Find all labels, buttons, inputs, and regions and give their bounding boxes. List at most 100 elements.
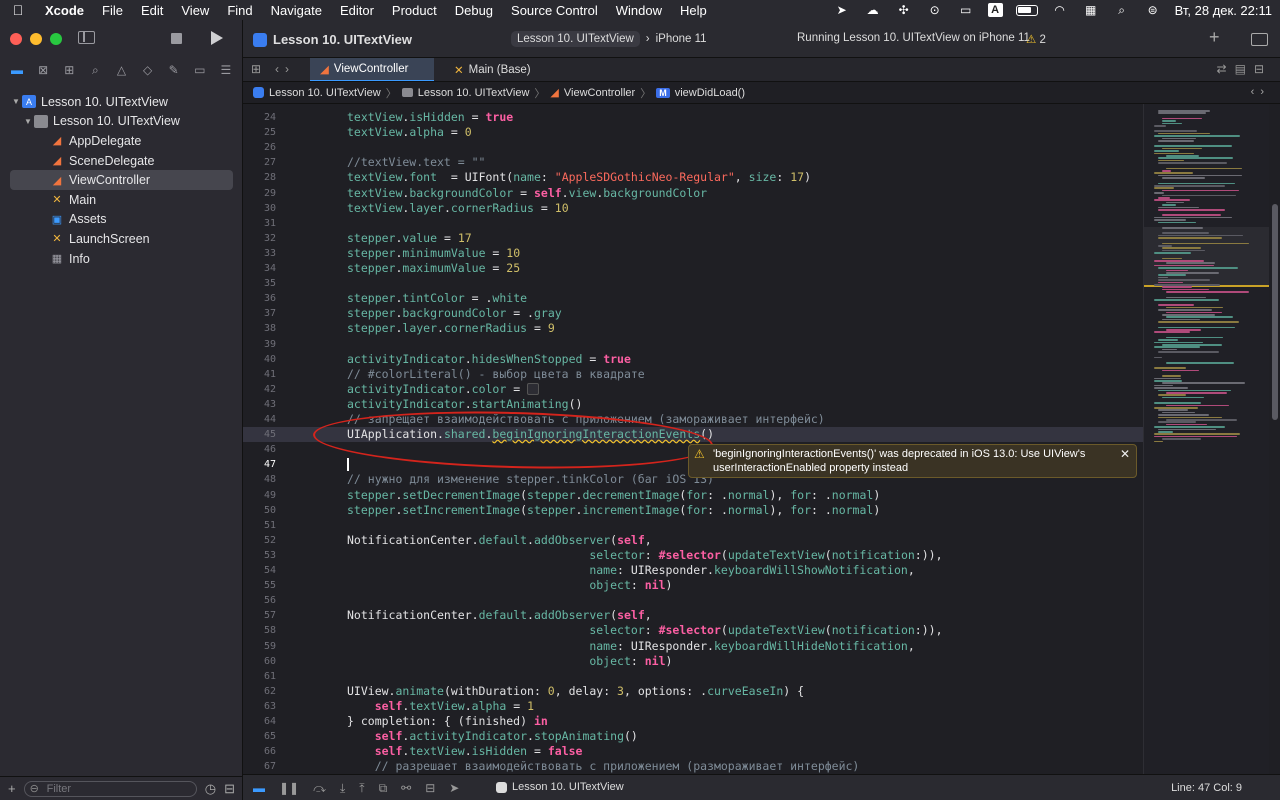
code-text[interactable]: activityIndicator.color = [347,382,540,397]
location-icon[interactable]: ➤ [449,781,459,796]
code-text[interactable]: stepper.setIncrementImage(stepper.increm… [347,503,880,518]
code-text[interactable]: name: UIResponder.keyboardWillHideNotifi… [347,639,914,654]
code-line[interactable]: 67 // разрешает взаимодействовать с прил… [243,759,1143,774]
code-text[interactable]: NotificationCenter.default.addObserver(s… [347,533,652,548]
menu-navigate[interactable]: Navigate [262,3,331,18]
code-text[interactable]: NotificationCenter.default.addObserver(s… [347,608,652,623]
stop-icon[interactable] [171,33,182,44]
menu-file[interactable]: File [93,3,132,18]
code-text[interactable]: activityIndicator.startAnimating() [347,397,582,412]
tree-item-main[interactable]: ✕ Main [10,190,233,210]
menubar-datetime[interactable]: Вт, 28 дек. 22:11 [1175,3,1272,18]
fan-icon[interactable]: ✣ [895,3,913,17]
code-line[interactable]: 42 activityIndicator.color = [243,382,1143,397]
add-icon[interactable]: + [8,781,16,796]
menu-app-name[interactable]: Xcode [36,3,93,18]
deprecation-warning-popup[interactable]: ⚠ 'beginIgnoringInteractionEvents()' was… [688,444,1137,478]
history-nav-icon[interactable]: ‹› [275,62,295,76]
close-icon[interactable]: ✕ [1120,447,1130,462]
code-text[interactable]: // разрешает взаимодействовать с приложе… [347,759,860,774]
play-circle-icon[interactable]: ⊙ [926,3,944,17]
code-text[interactable]: textView.layer.cornerRadius = 10 [347,201,569,216]
tree-item-info[interactable]: ▦ Info [10,249,233,269]
code-text[interactable]: textView.font = UIFont(name: "AppleSDGot… [347,170,811,185]
code-line[interactable]: 27 //textView.text = "" [243,155,1143,170]
zoom-window-button[interactable] [50,33,62,45]
code-line[interactable]: 43 activityIndicator.startAnimating() [243,397,1143,412]
menu-debug[interactable]: Debug [446,3,502,18]
code-line[interactable]: 29 textView.backgroundColor = self.view.b… [243,186,1143,201]
cloud-icon[interactable]: ☁ [864,3,882,17]
code-line[interactable]: 57 NotificationCenter.default.addObserver… [243,608,1143,623]
scheme-selector[interactable]: Lesson 10. UITextView › iPhone 11 [511,31,707,47]
code-text[interactable]: selector: #selector(updateTextView(notif… [347,623,942,638]
code-line[interactable]: 53 selector: #selector(updateTextView(no… [243,548,1143,563]
step-over-icon[interactable]: ⤼ [313,781,326,796]
menu-edit[interactable]: Edit [132,3,172,18]
code-line[interactable]: 41 // #colorLiteral() - выбор цвета в ква… [243,367,1143,382]
library-add-icon[interactable]: + [1209,27,1220,48]
input-source-icon[interactable]: A [987,3,1003,17]
code-line[interactable]: 55 object: nil) [243,578,1143,593]
code-line[interactable]: 38 stepper.layer.cornerRadius = 9 [243,321,1143,336]
code-text[interactable]: //textView.text = "" [347,155,485,170]
code-line[interactable]: 33 stepper.minimumValue = 10 [243,246,1143,261]
code-text[interactable]: stepper.minimumValue = 10 [347,246,520,261]
code-text[interactable]: name: UIResponder.keyboardWillShowNotifi… [347,563,914,578]
code-text[interactable]: UIView.animate(withDuration: 0, delay: 3… [347,684,804,699]
pause-icon[interactable]: ❚❚ [279,781,299,796]
code-line[interactable]: 36 stepper.tintColor = .white [243,291,1143,306]
disclosure-icon[interactable]: ▼ [10,97,22,106]
code-text[interactable]: self.textView.isHidden = false [347,744,583,759]
code-line[interactable]: 25 textView.alpha = 0 [243,125,1143,140]
code-line[interactable]: 65 self.activityIndicator.stopAnimating(… [243,729,1143,744]
filter-options-icon[interactable]: ⊟ [224,781,235,797]
recent-files-icon[interactable]: ◷ [205,781,216,797]
warning-count[interactable]: ⚠ 2 [1026,32,1046,46]
battery-icon[interactable] [1015,4,1038,16]
code-line[interactable]: 37 stepper.backgroundColor = .gray [243,306,1143,321]
menu-view[interactable]: View [172,3,218,18]
code-line[interactable]: 54 name: UIResponder.keyboardWillShowNot… [243,563,1143,578]
code-text[interactable]: // #colorLiteral() - выбор цвета в квадр… [347,367,645,382]
code-editor[interactable]: 24 textView.isHidden = true 25 textView.alp… [243,104,1143,774]
code-line[interactable]: 64} completion: { (finished) in [243,714,1143,729]
code-text[interactable]: self.textView.alpha = 1 [347,699,534,714]
sidebar-toggle-icon[interactable] [78,31,95,44]
code-text[interactable]: stepper.value = 17 [347,231,472,246]
tree-item-assets[interactable]: ▣ Assets [10,210,233,230]
breadcrumb-item[interactable]: ViewController [564,87,635,99]
code-text[interactable]: textView.alpha = 0 [347,125,472,140]
code-line[interactable]: 56 [243,593,1143,608]
code-line[interactable]: 52 NotificationCenter.default.addObserver… [243,533,1143,548]
code-text[interactable]: stepper.setDecrementImage(stepper.decrem… [347,488,880,503]
code-text[interactable]: } completion: { (finished) in [347,714,548,729]
code-text[interactable]: stepper.maximumValue = 25 [347,261,520,276]
inspector-toggle-icon[interactable] [1251,33,1268,46]
tab-main-base[interactable]: ✕ Main (Base) [444,58,554,81]
code-text[interactable]: textView.isHidden = true [347,110,513,125]
code-line[interactable]: 50 stepper.setIncrementImage(stepper.incr… [243,503,1143,518]
debug-navigator-icon[interactable]: ✎ [166,63,182,77]
step-into-icon[interactable]: ⤓ [340,781,345,796]
tree-item-scenedelegate[interactable]: ◢ SceneDelegate [10,151,233,171]
code-line[interactable]: 30 textView.layer.cornerRadius = 10 [243,201,1143,216]
tree-item-project[interactable]: ▼ A Lesson 10. UITextView [10,92,233,112]
breadcrumb-item[interactable]: viewDidLoad() [675,87,745,99]
code-text[interactable]: stepper.backgroundColor = .gray [347,306,562,321]
menu-help[interactable]: Help [671,3,716,18]
code-line[interactable]: 32 stepper.value = 17 [243,231,1143,246]
view-hierarchy-icon[interactable]: ⧉ [379,781,388,796]
code-line[interactable]: 63 self.textView.alpha = 1 [243,699,1143,714]
tree-item-group[interactable]: ▼ Lesson 10. UITextView [10,112,233,132]
editor-options-icon[interactable]: ⇄▤⊟ [1217,62,1272,76]
apple-menu-icon[interactable]:  [0,2,36,18]
code-text[interactable]: self.activityIndicator.stopAnimating() [347,729,638,744]
symbol-navigator-icon[interactable]: ⊞ [61,63,77,77]
search-icon[interactable]: ⌕ [1113,3,1131,17]
step-out-icon[interactable]: ⤒ [359,781,364,796]
code-text[interactable]: stepper.tintColor = .white [347,291,527,306]
related-items-icon[interactable]: ⊞ [251,62,261,76]
code-line[interactable]: 34 stepper.maximumValue = 25 [243,261,1143,276]
tree-item-launchscreen[interactable]: ✕ LaunchScreen [10,229,233,249]
